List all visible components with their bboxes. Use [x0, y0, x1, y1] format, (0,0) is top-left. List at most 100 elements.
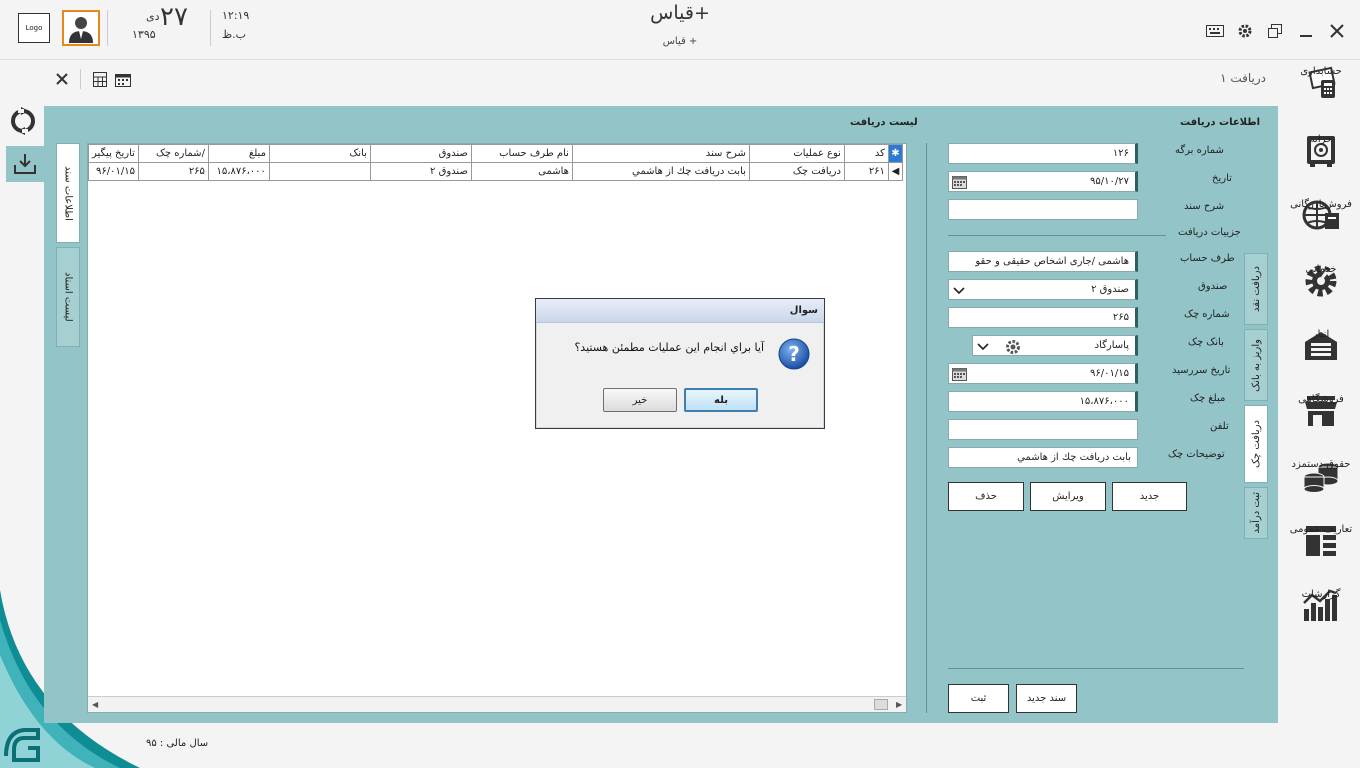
scroll-thumb[interactable] [874, 699, 888, 710]
divider [926, 143, 927, 713]
phone-label: تلفن [1210, 421, 1229, 432]
chevron-down-icon[interactable] [953, 284, 965, 296]
calendar-icon[interactable] [952, 175, 967, 189]
chevron-down-icon[interactable] [977, 340, 989, 352]
keyboard-icon[interactable] [1204, 20, 1226, 42]
settings-icon[interactable] [1234, 20, 1256, 42]
table-cell[interactable]: ۹۶/۰۱/۱۵ [88, 162, 139, 181]
date-field[interactable]: ۹۵/۱۰/۲۷ [948, 171, 1138, 192]
company-logo: Logo [18, 13, 50, 43]
sheet-no-field[interactable]: ۱۲۶ [948, 143, 1138, 164]
edit-button[interactable]: ویرایش [1030, 482, 1106, 511]
table-cell[interactable]: ۲۶۱ [843, 162, 889, 181]
notes-field[interactable]: بابت دریافت چك از هاشمي [948, 447, 1138, 468]
column-header[interactable]: صندوق [369, 144, 472, 163]
user-avatar[interactable] [62, 10, 100, 46]
nav-accounting[interactable]: حسابداری [1282, 64, 1360, 128]
bank-settings-icon[interactable] [1004, 338, 1022, 356]
horizontal-scrollbar[interactable]: ◀ ▶ [88, 696, 906, 712]
bank-select[interactable]: پاسارگاد [972, 335, 1138, 356]
due-date-label: تاریخ سررسید [1172, 365, 1231, 376]
nav-reports[interactable]: گزارشات [1282, 587, 1360, 651]
table-row[interactable]: ۹۶/۰۱/۱۵ ۲۶۵ ۱۵،۸۷۶،۰۰۰ صندوق ۲ هاشمی با… [88, 162, 903, 181]
svg-text:?: ? [788, 342, 800, 366]
tab-cash-receipt[interactable]: دریافت نقد [1244, 253, 1268, 325]
amount-field[interactable]: ۱۵،۸۷۶،۰۰۰ [948, 391, 1138, 412]
nav-label: انبار [1312, 329, 1330, 340]
no-button[interactable]: خیر [603, 388, 677, 412]
doc-desc-label: شرح سند [1184, 201, 1225, 212]
table-cell[interactable]: ۱۵،۸۷۶،۰۰۰ [207, 162, 270, 181]
app-title: قیاس+ [650, 2, 710, 24]
column-header[interactable]: تاریخ پیگیر [88, 144, 139, 163]
nav-label: حقوق دستمزد [1291, 459, 1351, 470]
date-month: دی [146, 10, 160, 23]
due-date-field[interactable]: ۹۶/۰۱/۱۵ [948, 363, 1138, 384]
check-no-field[interactable]: ۲۶۵ [948, 307, 1138, 328]
table-cell[interactable]: دریافت چک [748, 162, 845, 181]
nav-services[interactable]: خدماتی [1282, 262, 1360, 326]
column-header[interactable]: مبلغ [207, 144, 270, 163]
table-cell[interactable]: بابت دریافت چك از هاشمي [571, 162, 750, 181]
scroll-left-icon[interactable]: ◀ [92, 700, 98, 709]
scroll-right-icon[interactable]: ▶ [896, 700, 902, 709]
tab-document-list[interactable]: لیست اسناد [56, 247, 80, 347]
confirm-dialog: سوال ? آیا براي انجام این عملیات مطمئن ه… [535, 298, 825, 429]
question-icon: ? [778, 338, 810, 370]
tab-check-receipt[interactable]: دریافت چک [1244, 405, 1268, 483]
tab-income-entry[interactable]: ثبت درآمد [1244, 487, 1268, 539]
column-header[interactable]: شرح سند [571, 144, 750, 163]
save-button[interactable]: ثبت [948, 684, 1009, 713]
nav-treasury[interactable]: خزانه [1282, 132, 1360, 196]
close-icon[interactable] [1326, 20, 1348, 42]
refresh-icon[interactable] [8, 106, 38, 136]
yes-button[interactable]: بله [684, 388, 758, 412]
nav-label: گزارشات [1301, 589, 1341, 600]
party-field[interactable]: هاشمی /جاری اشخاص حقیقی و حقو [948, 251, 1138, 272]
clock-ampm: ب.ظ [222, 28, 247, 41]
table-cell[interactable] [268, 162, 371, 181]
separator [107, 10, 108, 46]
clock-time: ۱۲:۱۹ [222, 9, 250, 22]
new-document-button[interactable]: سند جدید [1016, 684, 1077, 713]
nav-definitions[interactable]: تعاریف عمومی [1282, 522, 1360, 586]
close-tab-icon[interactable] [52, 69, 72, 89]
nav-label: حسابداری [1300, 66, 1342, 77]
new-button[interactable]: جدید [1112, 482, 1187, 511]
nav-label: خدماتی [1305, 264, 1337, 275]
column-header[interactable]: بانک [268, 144, 371, 163]
date-year: ۱۳۹۵ [132, 28, 156, 41]
nav-store[interactable]: فروشگاهی [1282, 392, 1360, 456]
table-cell[interactable]: هاشمی [470, 162, 573, 181]
fund-label: صندوق [1198, 281, 1228, 292]
receipts-table: تاریخ پیگیر شماره چک/ مبلغ بانک صندوق نا… [88, 144, 903, 181]
calendar-icon[interactable] [113, 69, 133, 89]
fiscal-year-status: سال مالی : ۹۵ [146, 738, 209, 749]
new-row-star-icon[interactable]: ✱ [887, 144, 903, 163]
download-button[interactable] [6, 146, 44, 182]
delete-button[interactable]: حذف [948, 482, 1024, 511]
form-section-title: اطلاعات دریافت [1180, 117, 1261, 128]
phone-field[interactable] [948, 419, 1138, 440]
column-header[interactable]: نام طرف حساب [470, 144, 573, 163]
table-cell[interactable]: صندوق ۲ [369, 162, 472, 181]
calendar-icon[interactable] [952, 367, 967, 381]
nav-warehouse[interactable]: انبار [1282, 327, 1360, 391]
minimize-icon[interactable] [1295, 20, 1317, 42]
document-tab-title[interactable]: دریافت ۱ [1220, 71, 1266, 85]
tab-document-info[interactable]: اطلاعات سند [56, 143, 80, 243]
fund-select[interactable]: صندوق ۲ [948, 279, 1138, 300]
column-header[interactable]: کد [843, 144, 889, 163]
separator [80, 69, 81, 89]
date-day: ۲۷ [160, 2, 188, 32]
nav-commerce[interactable]: فروش‌بازرگانی [1282, 197, 1360, 261]
table-cell[interactable]: ۲۶۵ [137, 162, 209, 181]
tab-bank-deposit[interactable]: واریز به بانک [1244, 329, 1268, 401]
calculator-icon[interactable] [90, 69, 110, 89]
column-header[interactable]: نوع عملیات [748, 144, 845, 163]
date-label: تاریخ [1212, 173, 1232, 184]
restore-icon[interactable] [1264, 20, 1286, 42]
doc-desc-field[interactable] [948, 199, 1138, 220]
column-header[interactable]: شماره چک/ [137, 144, 209, 163]
nav-payroll[interactable]: حقوق دستمزد [1282, 457, 1360, 521]
